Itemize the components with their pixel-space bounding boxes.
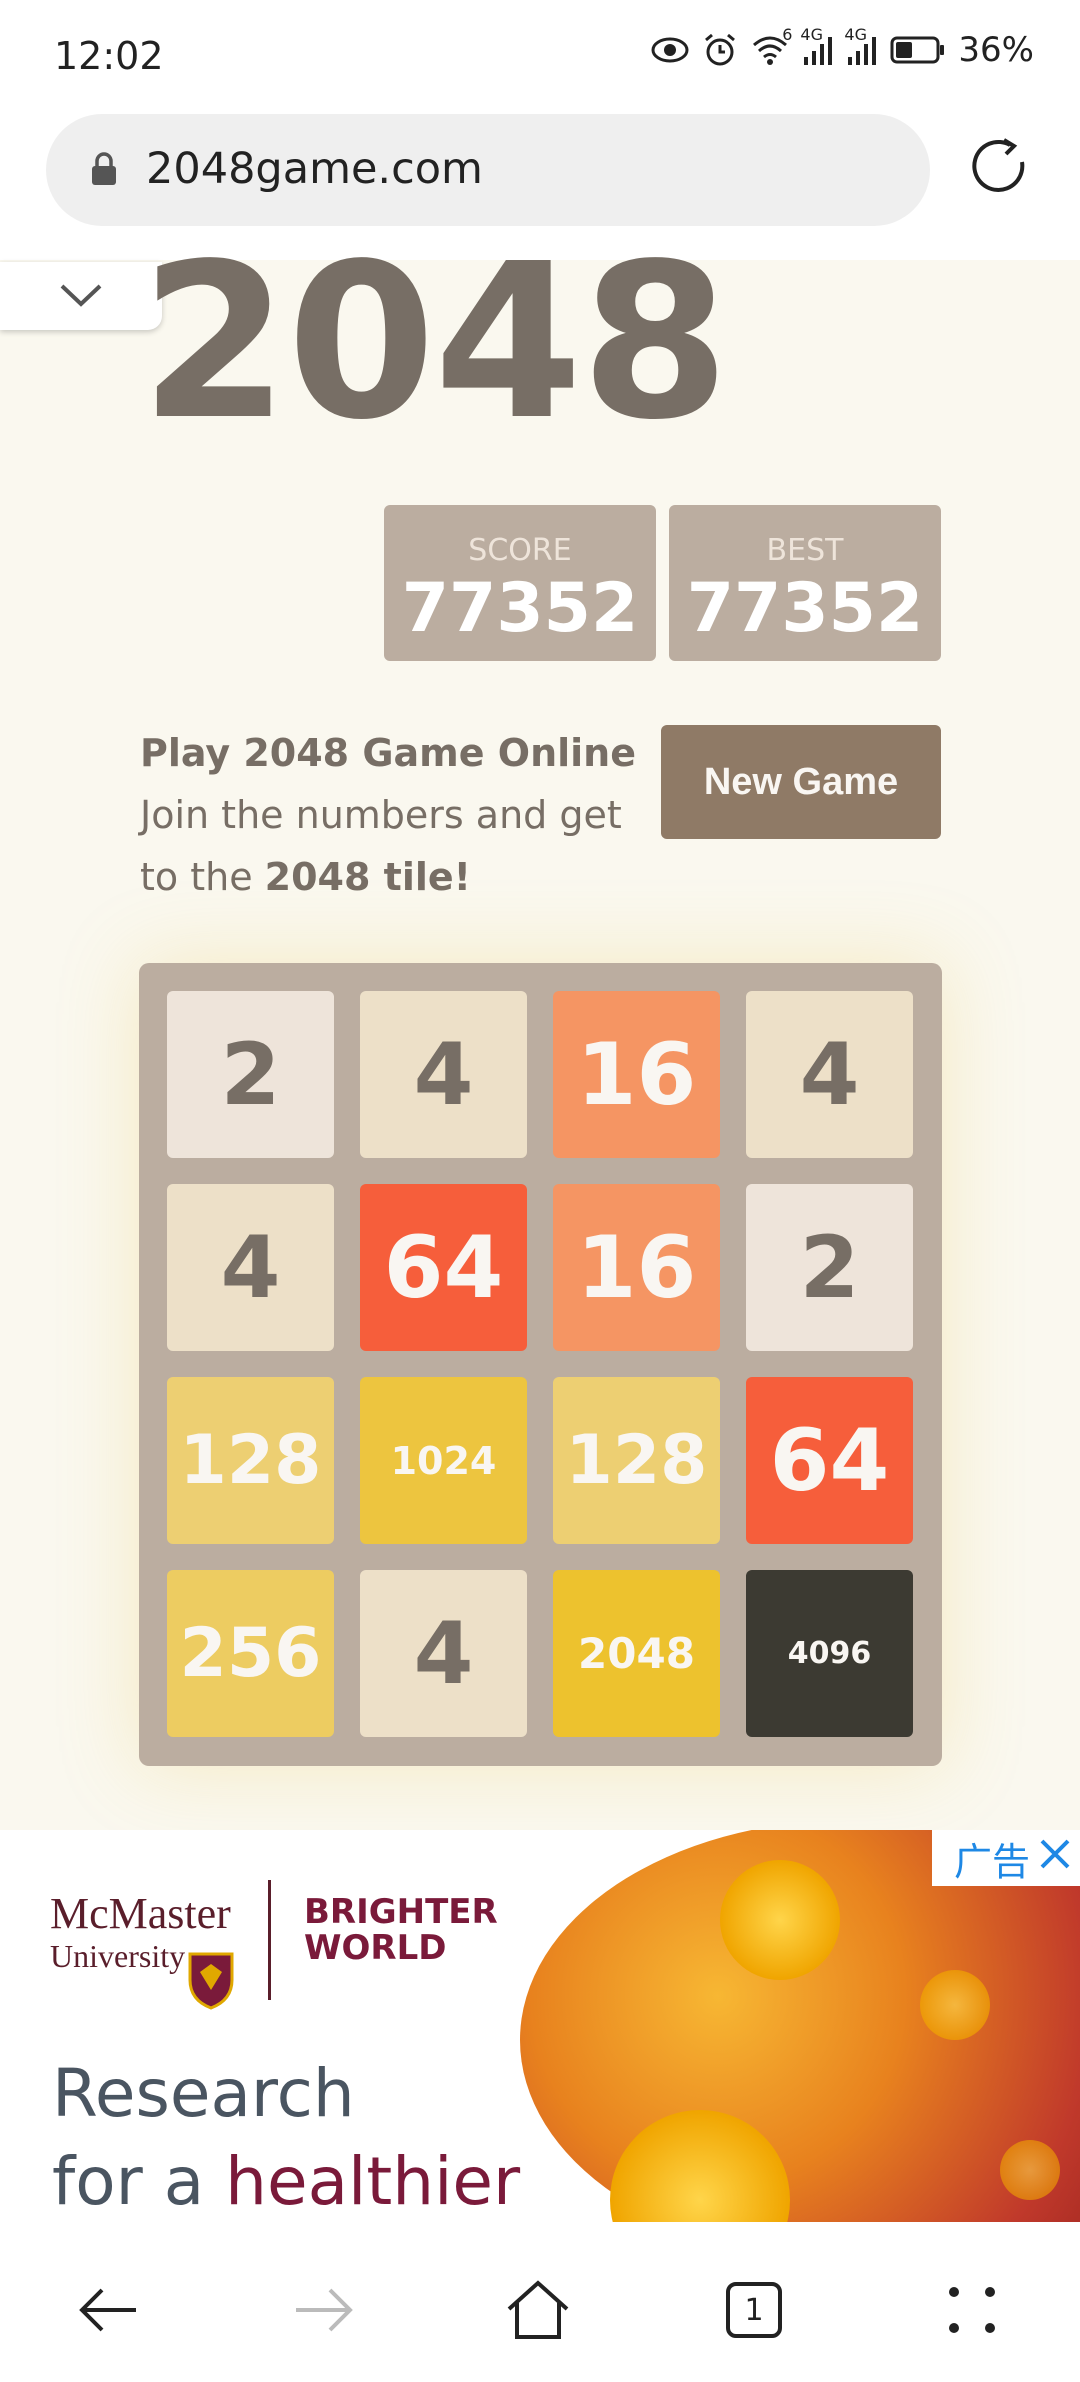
tile: 16 bbox=[553, 1184, 720, 1351]
best-label: BEST bbox=[766, 533, 844, 568]
tile: 64 bbox=[746, 1377, 913, 1544]
reload-icon[interactable] bbox=[966, 132, 1034, 204]
ad-badge[interactable]: 广告 bbox=[932, 1830, 1080, 1886]
chevron-down-icon bbox=[60, 284, 102, 307]
tile: 128 bbox=[553, 1377, 720, 1544]
intro-bold: 2048 tile! bbox=[264, 855, 471, 899]
tab-count: 1 bbox=[744, 2292, 764, 2328]
score-label: SCORE bbox=[468, 533, 572, 568]
tile: 16 bbox=[553, 991, 720, 1158]
new-game-button[interactable]: New Game bbox=[661, 725, 941, 839]
wifi-badge: 6 bbox=[782, 25, 793, 44]
alarm-icon bbox=[702, 32, 738, 68]
crest-icon bbox=[186, 1950, 236, 2014]
battery-percent: 36% bbox=[958, 30, 1034, 70]
headline-line2-prefix: for a bbox=[52, 2143, 226, 2220]
game-intro: Play 2048 Game Online Join the numbers a… bbox=[140, 722, 660, 908]
signal-icon-1: 4G bbox=[800, 25, 834, 65]
best-value: 77352 bbox=[686, 569, 924, 648]
ad-banner[interactable]: 广告 McMaster University BRIGHTER WORLD Re… bbox=[0, 1830, 1080, 2222]
url-text: 2048game.com bbox=[146, 144, 483, 194]
battery-icon bbox=[890, 35, 946, 65]
intro-heading: Play 2048 Game Online bbox=[140, 731, 637, 775]
signal-icon-2: 4G bbox=[844, 25, 878, 65]
score-box: SCORE 77352 bbox=[384, 505, 656, 661]
game-board[interactable]: 2 4 16 4 4 64 16 2 128 1024 128 64 256 4 2048 4096 bbox=[139, 963, 942, 1766]
best-score-box: BEST 77352 bbox=[669, 505, 941, 661]
score-value: 77352 bbox=[401, 569, 639, 648]
ad-headline: Research for a healthier bbox=[52, 2050, 520, 2222]
home-icon[interactable] bbox=[498, 2270, 578, 2350]
tile: 4 bbox=[746, 991, 913, 1158]
more-menu-icon[interactable] bbox=[932, 2270, 1012, 2350]
tile: 2 bbox=[167, 991, 334, 1158]
tile: 2 bbox=[746, 1184, 913, 1351]
close-icon[interactable] bbox=[1038, 1836, 1072, 1880]
tile: 4 bbox=[360, 1570, 527, 1737]
tile: 256 bbox=[167, 1570, 334, 1737]
status-bar: 12:02 6 4G 4G 36% bbox=[0, 0, 1080, 110]
network-type-2: 4G bbox=[844, 25, 867, 44]
headline-line1: Research bbox=[52, 2055, 355, 2132]
tagline-line1: BRIGHTER bbox=[304, 1892, 498, 1932]
tile: 2048 bbox=[553, 1570, 720, 1737]
back-icon[interactable] bbox=[68, 2270, 148, 2350]
ad-divider bbox=[268, 1880, 271, 2000]
status-time: 12:02 bbox=[54, 34, 164, 78]
tile: 1024 bbox=[360, 1377, 527, 1544]
headline-accent: healthier bbox=[225, 2143, 521, 2220]
forward-icon[interactable] bbox=[284, 2270, 364, 2350]
bottom-navigation: 1 bbox=[0, 2222, 1080, 2382]
status-icons: 6 4G 4G 36% bbox=[650, 25, 1034, 70]
tile: 64 bbox=[360, 1184, 527, 1351]
tile: 4096 bbox=[746, 1570, 913, 1737]
ad-label: 广告 bbox=[953, 1839, 1030, 1884]
lock-icon bbox=[90, 152, 118, 190]
wifi-icon: 6 bbox=[750, 25, 792, 67]
ad-image bbox=[520, 1830, 1080, 2222]
address-bar[interactable]: 2048game.com bbox=[46, 114, 930, 226]
university-name: McMaster bbox=[50, 1889, 231, 1938]
network-type-1: 4G bbox=[800, 25, 823, 44]
tile: 128 bbox=[167, 1377, 334, 1544]
tile: 4 bbox=[360, 991, 527, 1158]
collapse-header-button[interactable] bbox=[0, 262, 162, 330]
eye-icon bbox=[650, 35, 690, 65]
tagline-line2: WORLD bbox=[304, 1928, 447, 1968]
tabs-button[interactable]: 1 bbox=[714, 2270, 794, 2350]
ad-tagline: BRIGHTER WORLD bbox=[304, 1894, 498, 1966]
tile: 4 bbox=[167, 1184, 334, 1351]
game-title: 2048 bbox=[140, 218, 730, 467]
